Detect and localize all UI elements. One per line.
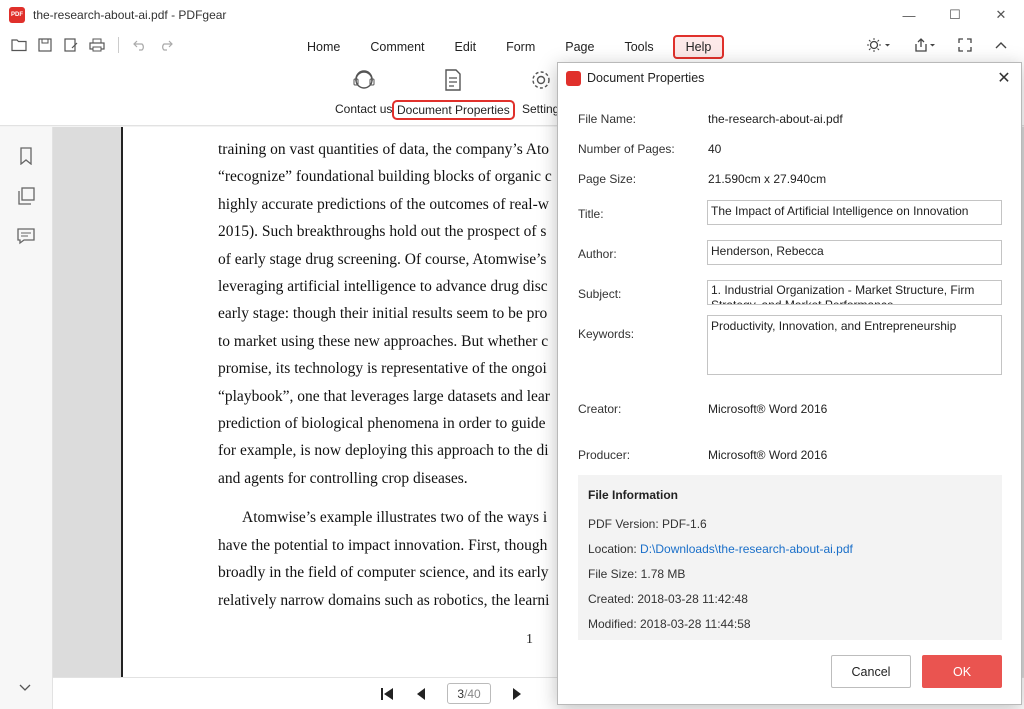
- document-properties-button[interactable]: Document Properties: [392, 68, 515, 120]
- producer-label: Producer:: [578, 448, 631, 462]
- menu-form[interactable]: Form: [495, 35, 546, 59]
- contact-us-label: Contact us: [335, 102, 393, 116]
- current-page: 3: [457, 686, 464, 701]
- previous-page-icon[interactable]: [413, 686, 429, 702]
- maximize-icon[interactable]: ☐: [932, 0, 978, 30]
- author-field[interactable]: Henderson, Rebecca: [707, 240, 1002, 265]
- keywords-field[interactable]: Productivity, Innovation, and Entreprene…: [707, 315, 1002, 375]
- location-line: Location: D:\Downloads\the-research-abou…: [588, 542, 853, 556]
- file-information-panel: File Information PDF Version: PDF-1.6 Lo…: [578, 475, 1002, 640]
- print-icon[interactable]: [88, 36, 106, 54]
- subject-label: Subject:: [578, 287, 622, 301]
- menu-comment[interactable]: Comment: [359, 35, 435, 59]
- ok-button[interactable]: OK: [922, 655, 1002, 688]
- toolbar-right: [866, 36, 1010, 54]
- number-of-pages-value: 40: [708, 142, 722, 156]
- open-folder-icon[interactable]: [10, 36, 28, 54]
- author-label: Author:: [578, 247, 617, 261]
- menu-home[interactable]: Home: [296, 35, 351, 59]
- theme-icon[interactable]: [866, 36, 894, 54]
- page-number: 1: [526, 632, 533, 647]
- file-name-value: the-research-about-ai.pdf: [708, 112, 843, 126]
- subject-field[interactable]: 1. Industrial Organization - Market Stru…: [707, 280, 1002, 305]
- title-label: Title:: [578, 207, 604, 221]
- creator-value: Microsoft® Word 2016: [708, 402, 828, 416]
- save-as-icon[interactable]: [62, 36, 80, 54]
- number-of-pages-label: Number of Pages:: [578, 142, 675, 156]
- created-date: Created: 2018-03-28 11:42:48: [588, 592, 748, 606]
- close-icon[interactable]: ✕: [995, 69, 1013, 87]
- thumbnails-icon[interactable]: [17, 187, 35, 205]
- dialog-header: Document Properties ✕: [558, 63, 1021, 93]
- menu-help[interactable]: Help: [672, 35, 725, 59]
- title-bar: PDF the-research-about-ai.pdf - PDFgear …: [0, 0, 1024, 30]
- contact-us-button[interactable]: Contact us: [331, 68, 396, 118]
- toolbar-separator: [118, 37, 119, 53]
- producer-value: Microsoft® Word 2016: [708, 448, 828, 462]
- comment-icon[interactable]: [17, 227, 35, 245]
- redo-icon[interactable]: [157, 36, 175, 54]
- minimize-icon[interactable]: —: [886, 0, 932, 30]
- app-logo: PDF: [9, 7, 25, 23]
- first-page-icon[interactable]: [379, 686, 395, 702]
- cancel-button[interactable]: Cancel: [831, 655, 911, 688]
- keywords-label: Keywords:: [578, 327, 635, 341]
- menu-edit[interactable]: Edit: [444, 35, 488, 59]
- headset-icon: [353, 70, 375, 89]
- left-sidebar: [0, 127, 53, 709]
- creator-label: Creator:: [578, 402, 622, 416]
- page-size-value: 21.590cm x 27.940cm: [708, 172, 827, 186]
- location-link[interactable]: D:\Downloads\the-research-about-ai.pdf: [640, 542, 853, 556]
- chevron-up-icon[interactable]: [992, 36, 1010, 54]
- document-properties-label: Document Properties: [392, 100, 515, 120]
- title-field[interactable]: The Impact of Artificial Intelligence on…: [707, 200, 1002, 225]
- document-info-icon: [445, 69, 462, 91]
- total-pages: /40: [464, 686, 481, 701]
- menu-page[interactable]: Page: [554, 35, 605, 59]
- next-page-icon[interactable]: [509, 686, 525, 702]
- file-information-heading: File Information: [588, 488, 678, 502]
- chevron-down-icon[interactable]: [19, 680, 31, 695]
- file-name-label: File Name:: [578, 112, 637, 126]
- main-toolbar: Home Comment Edit Form Page Tools Help: [0, 30, 1024, 62]
- page-number-input[interactable]: 3 /40: [447, 683, 491, 704]
- save-icon[interactable]: [36, 36, 54, 54]
- location-label: Location:: [588, 542, 641, 556]
- window-title: the-research-about-ai.pdf - PDFgear: [33, 8, 227, 22]
- pdfgear-logo-icon: [566, 70, 581, 86]
- fullscreen-icon[interactable]: [956, 36, 974, 54]
- pdf-version: PDF Version: PDF-1.6: [588, 517, 707, 531]
- share-icon[interactable]: [912, 36, 938, 54]
- page-size-label: Page Size:: [578, 172, 637, 186]
- menu-bar: Home Comment Edit Form Page Tools Help: [296, 35, 732, 59]
- document-properties-dialog: Document Properties ✕ File Name: the-res…: [557, 62, 1022, 705]
- quick-access-toolbar: [10, 36, 175, 54]
- menu-tools[interactable]: Tools: [613, 35, 664, 59]
- file-size: File Size: 1.78 MB: [588, 567, 686, 581]
- gear-icon: [531, 71, 550, 89]
- bookmark-icon[interactable]: [17, 147, 35, 165]
- window-controls: — ☐ ✕: [886, 0, 1024, 30]
- undo-icon[interactable]: [131, 36, 149, 54]
- modified-date: Modified: 2018-03-28 11:44:58: [588, 617, 751, 631]
- dialog-title: Document Properties: [587, 71, 705, 85]
- page-navigator: 3 /40: [379, 683, 525, 704]
- close-icon[interactable]: ✕: [978, 0, 1024, 30]
